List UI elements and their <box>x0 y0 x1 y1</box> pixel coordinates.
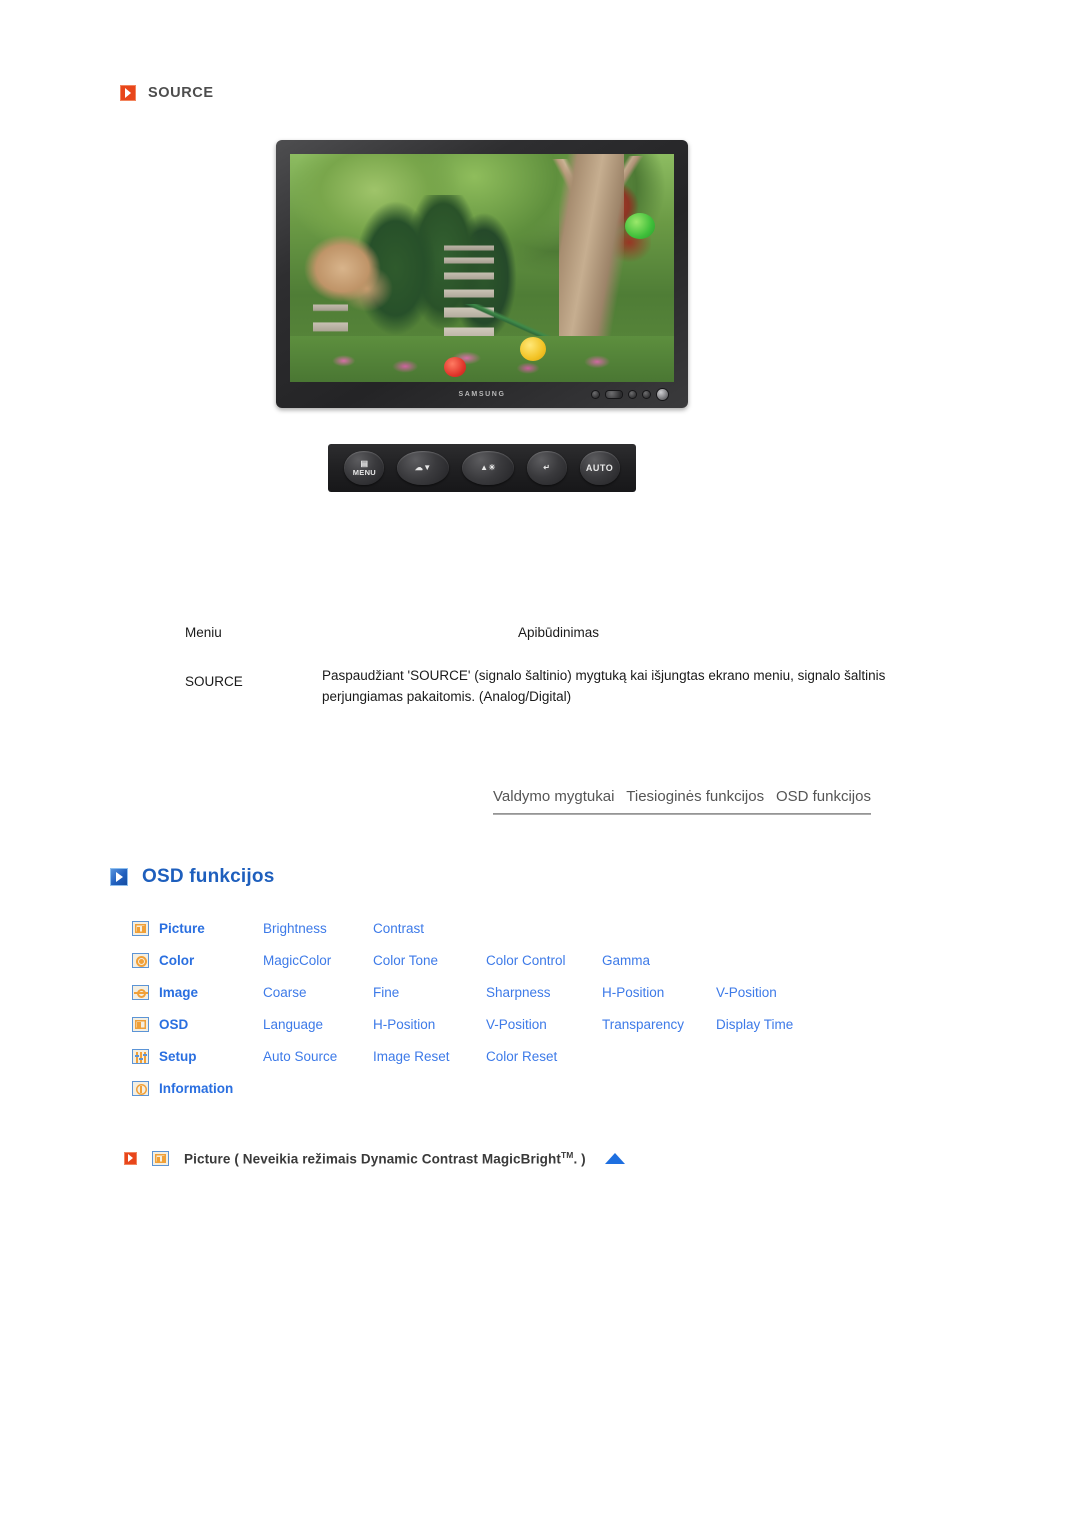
control-button-bar: ▤ MENU ☁▼ ▲☀ ↵ AUTO <box>328 444 636 492</box>
osd-link-display-time[interactable]: Display Time <box>716 1017 826 1032</box>
description-table: Meniu Apibūdinimas SOURCE Paspaudžiant '… <box>185 625 895 708</box>
picture-icon <box>132 920 149 936</box>
scene-red-lantern <box>443 357 466 378</box>
scene-flower-bed <box>290 336 674 382</box>
auto-button[interactable]: AUTO <box>579 451 620 485</box>
brightness-glyph-icon: ▲☀ <box>480 462 496 472</box>
menu-button[interactable]: ▤ MENU <box>344 451 385 485</box>
osd-link-auto-source[interactable]: Auto Source <box>263 1049 373 1064</box>
brightness-button[interactable]: ▲☀ <box>461 451 514 485</box>
osd-link-fine[interactable]: Fine <box>373 985 486 1000</box>
osd-link-transparency[interactable]: Transparency <box>602 1017 716 1032</box>
osd-category-setup[interactable]: Setup <box>159 1049 263 1064</box>
bezel-button-1[interactable] <box>592 390 599 398</box>
up-triangle-icon[interactable] <box>604 1152 625 1164</box>
osd-link-color-control[interactable]: Color Control <box>486 953 602 968</box>
osd-link-h-position[interactable]: H-Position <box>602 985 716 1000</box>
bezel-button-2[interactable] <box>606 390 622 398</box>
osd-link-color-reset[interactable]: Color Reset <box>486 1049 602 1064</box>
osd-link-magiccolor[interactable]: MagicColor <box>263 953 373 968</box>
bezel-button-3[interactable] <box>629 390 636 398</box>
tab-divider <box>493 813 871 815</box>
blue-arrow-icon <box>110 868 128 886</box>
osd-category-osd[interactable]: OSD <box>159 1017 263 1032</box>
picture-note: Picture ( Neveikia režimais Dynamic Cont… <box>124 1150 625 1167</box>
picture-note-text-after: . ) <box>573 1151 586 1167</box>
osd-link-image-reset[interactable]: Image Reset <box>373 1049 486 1064</box>
osd-link-sharpness[interactable]: Sharpness <box>486 985 602 1000</box>
menu-button-label: MENU <box>352 467 377 477</box>
osd-row-image: Image Coarse Fine Sharpness H-Position V… <box>132 976 922 1008</box>
osd-link-brightness[interactable]: Brightness <box>263 921 373 936</box>
orange-arrow-icon <box>120 85 136 101</box>
osd-icon <box>132 1016 149 1032</box>
osd-section-title: OSD funkcijos <box>142 866 275 887</box>
osd-row-osd: OSD Language H-Position V-Position Trans… <box>132 1008 922 1040</box>
osd-row-picture: Picture Brightness Contrast <box>132 912 922 944</box>
table-cell-menu: SOURCE <box>185 674 243 689</box>
scene-green-lantern <box>624 213 655 240</box>
down-button[interactable]: ☁▼ <box>397 451 450 485</box>
tab-direct-functions[interactable]: Tiesioginės funkcijos <box>626 788 764 805</box>
osd-link-color-tone[interactable]: Color Tone <box>373 953 486 968</box>
osd-link-gamma[interactable]: Gamma <box>602 953 716 968</box>
osd-row-information: Information <box>132 1072 922 1104</box>
osd-row-setup: Setup Auto Source Image Reset Color Rese… <box>132 1040 922 1072</box>
table-row: SOURCE Paspaudžiant 'SOURCE' (signalo ša… <box>185 666 895 708</box>
osd-category-color[interactable]: Color <box>159 953 263 968</box>
samsung-logo: SAMSUNG <box>458 390 506 398</box>
monitor-illustration: SAMSUNG <box>276 140 688 408</box>
menu-glyph-icon: ▤ <box>360 458 369 468</box>
osd-link-v-position[interactable]: V-Position <box>716 985 826 1000</box>
osd-link-contrast[interactable]: Contrast <box>373 921 486 936</box>
monitor-bezel: SAMSUNG <box>276 140 688 408</box>
power-button[interactable] <box>657 388 668 400</box>
osd-row-color: Color MagicColor Color Tone Color Contro… <box>132 944 922 976</box>
table-cell-description: Paspaudžiant 'SOURCE' (signalo šaltinio)… <box>322 668 886 704</box>
monitor-screen <box>290 154 674 382</box>
osd-category-image[interactable]: Image <box>159 985 263 1000</box>
down-glyph-icon: ☁▼ <box>414 462 432 472</box>
tab-bar: Valdymo mygtukai Tiesioginės funkcijos O… <box>493 788 871 815</box>
source-section-title: SOURCE <box>148 85 214 101</box>
osd-section-header: OSD funkcijos <box>110 866 274 888</box>
image-icon <box>132 984 149 1000</box>
trademark-superscript: TM <box>560 1150 574 1160</box>
monitor-bottom-bezel: SAMSUNG <box>290 384 674 404</box>
tab-control-buttons[interactable]: Valdymo mygtukai <box>493 788 614 805</box>
picture-note-text: Picture ( Neveikia režimais Dynamic Cont… <box>184 1151 561 1167</box>
column-header-menu: Meniu <box>185 625 222 640</box>
osd-category-picture[interactable]: Picture <box>159 921 263 936</box>
color-icon <box>132 952 149 968</box>
table-header-row: Meniu Apibūdinimas <box>185 625 895 640</box>
enter-glyph-icon: ↵ <box>543 462 551 472</box>
picture-icon <box>152 1150 169 1166</box>
osd-link-osd-h-position[interactable]: H-Position <box>373 1017 486 1032</box>
osd-link-coarse[interactable]: Coarse <box>263 985 373 1000</box>
osd-link-language[interactable]: Language <box>263 1017 373 1032</box>
osd-category-information[interactable]: Information <box>159 1081 263 1096</box>
source-section-header: SOURCE <box>120 85 214 101</box>
column-header-description: Apibūdinimas <box>518 625 600 640</box>
enter-button[interactable]: ↵ <box>526 451 567 485</box>
tab-osd-functions[interactable]: OSD funkcijos <box>776 788 871 805</box>
orange-arrow-icon <box>124 1151 137 1165</box>
setup-icon <box>132 1048 149 1064</box>
bezel-button-4[interactable] <box>643 390 650 398</box>
osd-link-osd-v-position[interactable]: V-Position <box>486 1017 602 1032</box>
information-icon <box>132 1080 149 1096</box>
osd-menu-grid: Picture Brightness Contrast Color MagicC… <box>132 912 922 1104</box>
auto-button-label: AUTO <box>585 462 614 473</box>
